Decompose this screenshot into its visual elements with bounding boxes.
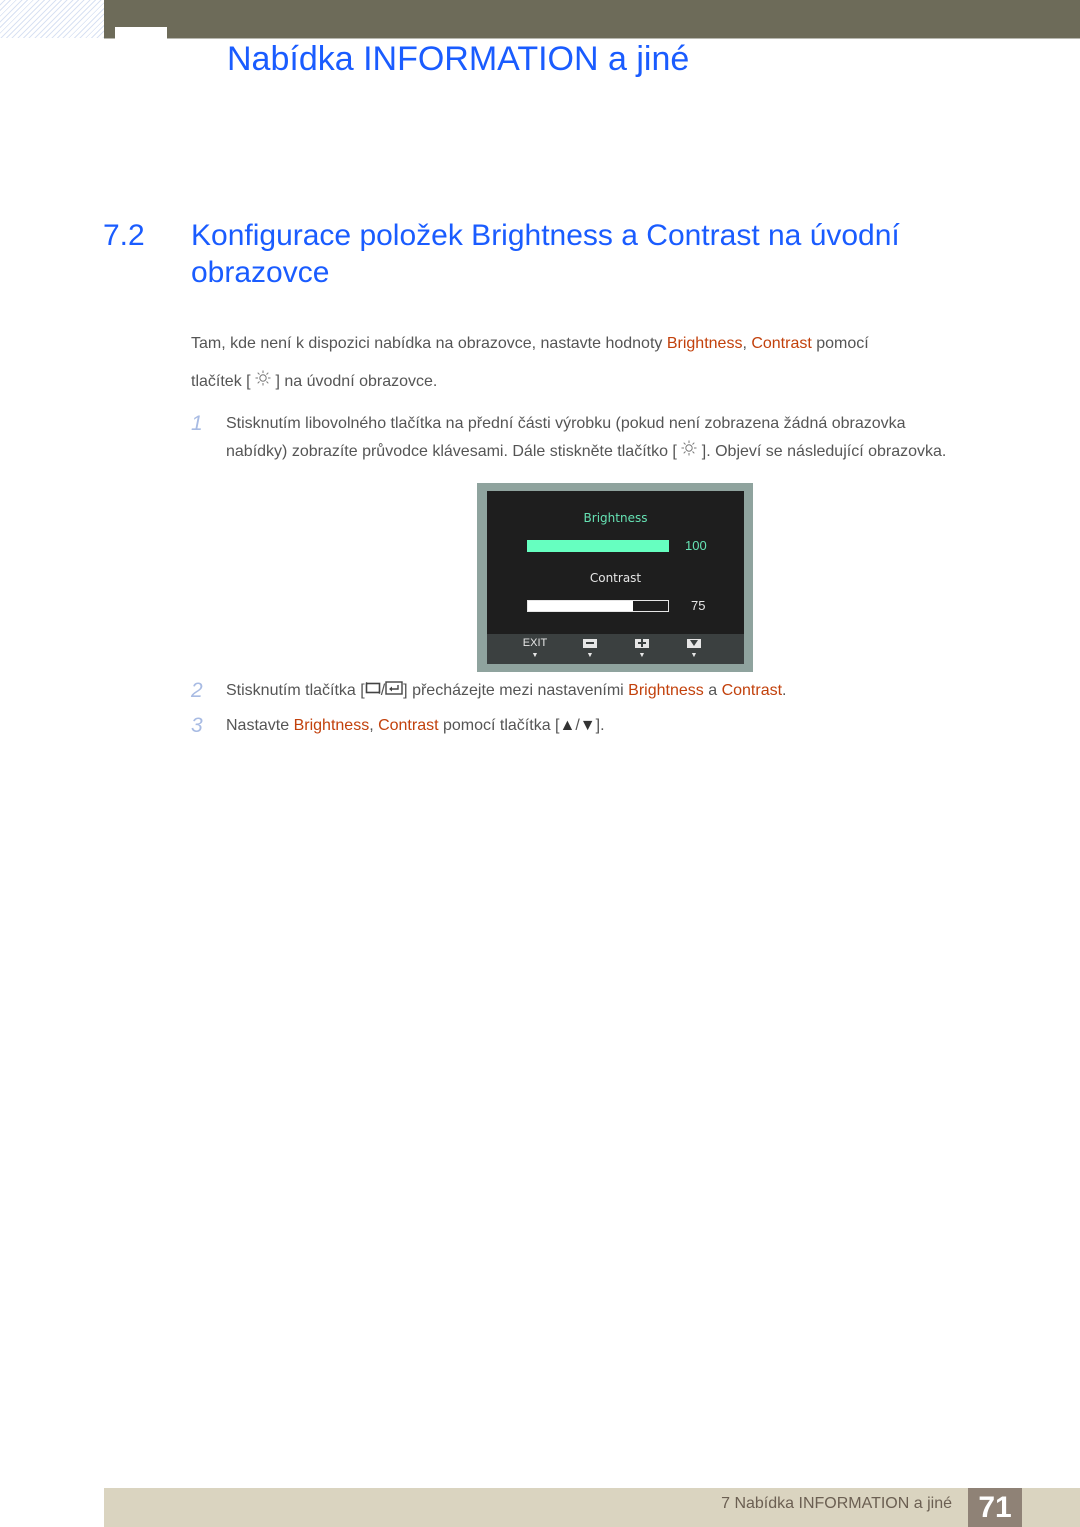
header-tab-marker — [115, 27, 167, 39]
source-icon — [365, 677, 381, 705]
step-text: , — [369, 717, 379, 734]
osd-brightness-label: Brightness — [583, 511, 648, 525]
osd-exit-button: EXIT ▼ — [520, 637, 550, 661]
page-number: 71 — [968, 1488, 1022, 1527]
osd-brightness-fill — [528, 541, 668, 551]
plus-icon — [635, 638, 649, 648]
sun-icon — [681, 438, 697, 466]
osd-contrast-fill — [528, 601, 633, 611]
chapter-title: Nabídka INFORMATION a jiné — [227, 40, 690, 78]
step-text: ]. — [595, 717, 605, 734]
step-body: Stisknutím libovolného tlačítka na předn… — [226, 410, 1016, 466]
sun-icon — [255, 363, 271, 401]
osd-screen: Brightness 100 Contrast 75 EXIT ▼ ▼ ▼ ▼ — [487, 491, 744, 664]
contrast-term: Contrast — [721, 682, 783, 700]
step-text: ]. Objeví se následující obrazovka. — [697, 443, 947, 461]
brightness-term: Brightness — [293, 717, 370, 734]
intro-text: pomocí — [811, 335, 869, 352]
step-text: Stisknutím tlačítka [ — [226, 682, 365, 700]
up-triangle-icon: ▲ — [559, 717, 576, 734]
footer-chapter-ref: 7 Nabídka INFORMATION a jiné — [721, 1495, 952, 1512]
step-number: 1 — [191, 412, 203, 435]
section-number: 7.2 — [103, 219, 145, 252]
step-number: 3 — [191, 714, 203, 737]
down-arrow-icon: ▼ — [690, 652, 698, 659]
step-body: Nastavte Brightness, Contrast pomocí tla… — [226, 712, 1016, 740]
down-icon — [687, 638, 701, 648]
header-bar — [104, 0, 1080, 39]
intro-line-1: Tam, kde není k dispozici nabídka na obr… — [191, 325, 1011, 363]
intro-line-2: tlačítek [ ] na úvodní obrazovce. — [191, 363, 1011, 401]
intro-paragraph: Tam, kde není k dispozici nabídka na obr… — [191, 325, 1011, 401]
step-text: . — [782, 682, 787, 700]
osd-brightness-bar — [527, 540, 669, 552]
osd-contrast-bar — [527, 600, 669, 612]
intro-text: Tam, kde není k dispozici nabídka na obr… — [191, 335, 667, 352]
osd-down-button: ▼ — [679, 637, 709, 661]
osd-contrast-label: Contrast — [589, 571, 642, 585]
minus-icon — [583, 638, 597, 648]
step-text: nabídky) zobrazíte průvodce klávesami. D… — [226, 443, 682, 461]
down-triangle-icon: ▼ — [579, 717, 596, 734]
intro-comma: , — [742, 335, 752, 352]
osd-plus-button: ▼ — [627, 637, 657, 661]
section-title: Konfigurace položek Brightness a Contras… — [191, 219, 900, 289]
osd-minus-button: ▼ — [575, 637, 605, 661]
osd-contrast-value: 75 — [691, 598, 706, 613]
down-arrow-icon: ▼ — [586, 652, 594, 659]
step-number: 2 — [191, 679, 203, 702]
osd-screenshot: Brightness 100 Contrast 75 EXIT ▼ ▼ ▼ ▼ — [477, 483, 753, 672]
intro-text: tlačítek [ — [191, 373, 256, 391]
step-text-line: nabídky) zobrazíte průvodce klávesami. D… — [226, 438, 1016, 466]
osd-button-guide: EXIT ▼ ▼ ▼ ▼ — [487, 634, 744, 664]
osd-brightness-value: 100 — [685, 538, 707, 553]
step-text: ] přecházejte mezi nastaveními — [403, 682, 629, 700]
brightness-term: Brightness — [628, 682, 704, 700]
step-text: Nastavte — [226, 717, 294, 734]
intro-text: ] na úvodní obrazovce. — [271, 373, 438, 391]
contrast-term: Contrast — [378, 717, 439, 734]
step-text: Stisknutím libovolného tlačítka na předn… — [226, 415, 906, 432]
brightness-term: Brightness — [666, 335, 743, 352]
osd-exit-label: EXIT — [522, 637, 548, 649]
step-text: pomocí tlačítka [ — [438, 717, 560, 734]
header-hatch-decoration — [0, 0, 104, 38]
down-arrow-icon: ▼ — [638, 652, 646, 659]
step-body: Stisknutím tlačítka [/] přecházejte mezi… — [226, 677, 1016, 705]
enter-icon — [385, 677, 403, 705]
step-text: a — [703, 682, 722, 700]
contrast-term: Contrast — [751, 335, 812, 352]
down-arrow-icon: ▼ — [531, 652, 539, 659]
